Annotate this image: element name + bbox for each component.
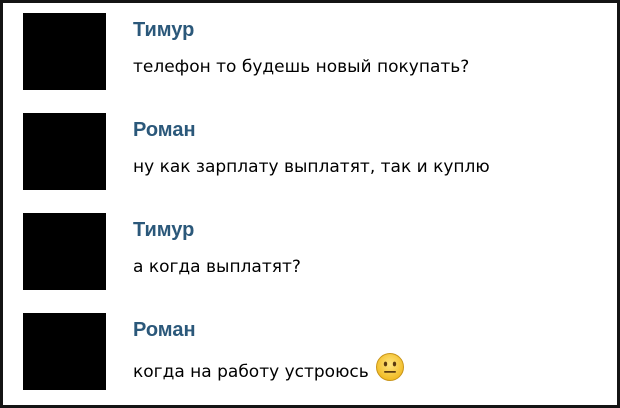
- message-text: а когда выплатят?: [133, 257, 301, 277]
- author-name[interactable]: Тимур: [133, 18, 194, 42]
- chat-window: Тимур телефон то будешь новый покупать? …: [0, 0, 620, 408]
- avatar[interactable]: [23, 213, 106, 290]
- message-text-row: когда на работу устроюсь: [133, 353, 405, 388]
- author-name[interactable]: Тимур: [133, 218, 194, 242]
- author-name[interactable]: Роман: [133, 118, 196, 142]
- author-name[interactable]: Роман: [133, 318, 196, 342]
- message-item: Роман ну как зарплату выплатят, так и ку…: [23, 113, 603, 191]
- message-text: когда на работу устроюсь: [133, 362, 369, 382]
- message-item: Роман когда на работу устроюсь: [23, 313, 603, 391]
- neutral-face-emoji-icon: [375, 352, 405, 388]
- message-text: ну как зарплату выплатят, так и куплю: [133, 157, 490, 177]
- message-item: Тимур а когда выплатят?: [23, 213, 603, 291]
- avatar[interactable]: [23, 113, 106, 190]
- message-item: Тимур телефон то будешь новый покупать?: [23, 13, 603, 91]
- avatar[interactable]: [23, 313, 106, 390]
- message-text: телефон то будешь новый покупать?: [133, 57, 470, 77]
- avatar[interactable]: [23, 13, 106, 90]
